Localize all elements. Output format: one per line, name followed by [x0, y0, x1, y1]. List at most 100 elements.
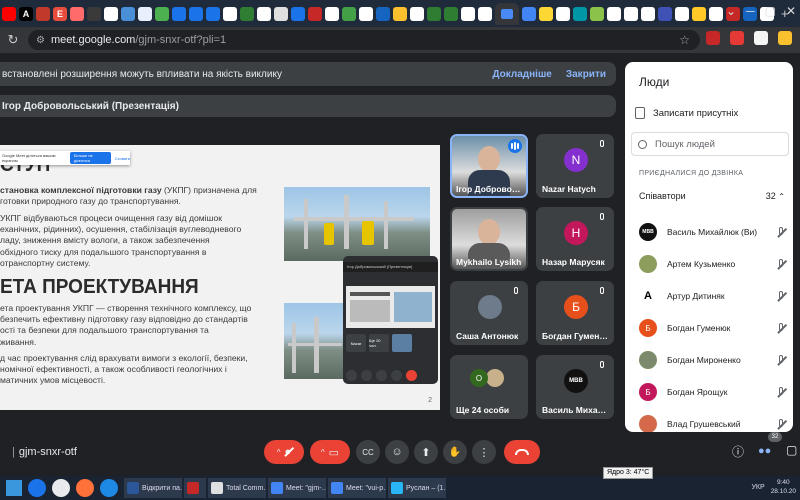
taskbar-window-button[interactable]	[184, 478, 206, 498]
browser-tab-favicon[interactable]	[444, 6, 458, 21]
collapse-chevron-icon[interactable]: ⌃	[778, 192, 785, 201]
minimize-icon[interactable]: ─	[746, 4, 755, 18]
address-bar[interactable]: ⚙ meet.google.com/gjm-snxr-otf?pli=1 ☆	[28, 30, 700, 50]
participant-list-item[interactable]: Артем Кузьменко	[639, 248, 787, 280]
participant-list-item[interactable]: Влад Грушевський	[639, 408, 787, 432]
participant-list-item[interactable]: Б Богдан Гуменюк	[639, 312, 787, 344]
record-attendance-button[interactable]: Записати присутніх	[635, 107, 738, 119]
browser-tab-favicon[interactable]	[410, 6, 424, 21]
taskbar-window-button[interactable]: Total Comm…	[208, 478, 266, 498]
taskbar-window-button[interactable]: Руслан – (1…	[388, 478, 446, 498]
browser-tab-favicon[interactable]	[274, 6, 288, 21]
participant-list-item[interactable]: МВВ Василь Михайлюк (Ви)	[639, 216, 787, 248]
mic-options-caret-icon[interactable]: ^	[277, 448, 281, 457]
browser-tab-favicon[interactable]	[590, 6, 604, 21]
taskbar-pinned-app-icon[interactable]	[100, 479, 118, 497]
browser-tab-favicon[interactable]	[189, 6, 203, 21]
camera-toggle-button[interactable]: ^ ▭	[310, 440, 350, 464]
browser-tab-favicon[interactable]	[172, 6, 186, 21]
keyboard-language[interactable]: УКР	[751, 484, 764, 491]
extension-icon[interactable]	[754, 31, 768, 45]
people-button[interactable]: ●●	[758, 443, 771, 457]
browser-tab-favicon[interactable]	[138, 6, 152, 21]
browser-tab-favicon[interactable]	[675, 6, 689, 21]
participant-tile[interactable]: N Nazar Hatych	[536, 134, 614, 198]
browser-tab-favicon[interactable]	[624, 6, 638, 21]
mini-hangup-button[interactable]	[406, 370, 417, 381]
browser-tab-favicon[interactable]	[427, 6, 441, 21]
mini-mic-button[interactable]	[346, 370, 357, 381]
browser-tab-favicon[interactable]	[257, 6, 271, 21]
participant-tile[interactable]: Б Богдан Гумен…	[536, 281, 614, 345]
browser-tab-favicon[interactable]	[240, 6, 254, 21]
browser-tab-favicon[interactable]	[308, 6, 322, 21]
microphone-toggle-button[interactable]: ^●	[264, 440, 304, 464]
taskbar-pinned-app-icon[interactable]	[28, 479, 46, 497]
browser-tab-active[interactable]	[495, 2, 519, 25]
participant-tile[interactable]: Mykhailo Lysikh	[450, 207, 528, 271]
taskbar-window-button[interactable]: Відкрити па…	[124, 478, 182, 498]
browser-tab-favicon[interactable]	[70, 6, 84, 21]
stop-sharing-button[interactable]: Більше не ділитися	[69, 152, 111, 164]
reactions-button[interactable]: ☺	[385, 440, 409, 464]
browser-tab-favicon[interactable]	[393, 6, 407, 21]
leave-call-button[interactable]	[504, 440, 540, 464]
present-button[interactable]: ⬆	[414, 440, 438, 464]
participant-tile[interactable]: Н Назар Марусяк	[536, 207, 614, 271]
site-info-icon[interactable]: ⚙	[36, 35, 45, 46]
taskbar-pinned-app-icon[interactable]	[76, 479, 94, 497]
raise-hand-button[interactable]: ✋	[443, 440, 467, 464]
browser-tab-favicon[interactable]	[121, 6, 135, 21]
browser-tab-favicon[interactable]	[692, 6, 706, 21]
clock[interactable]: 9:40 28.10.20	[771, 478, 796, 496]
browser-tab-favicon[interactable]	[87, 6, 101, 21]
browser-tab-favicon[interactable]	[556, 6, 570, 21]
browser-tab-favicon[interactable]	[461, 6, 475, 21]
browser-tab-favicon[interactable]: A	[19, 6, 33, 21]
taskbar-pinned-app-icon[interactable]	[52, 479, 70, 497]
extension-icon[interactable]	[730, 31, 744, 45]
browser-tab-favicon[interactable]	[359, 6, 373, 21]
mini-cam-button[interactable]	[361, 370, 372, 381]
browser-tab-favicon[interactable]	[658, 6, 672, 21]
browser-tab-favicon[interactable]	[206, 6, 220, 21]
participant-list-item[interactable]: Б Богдан Ярощук	[639, 376, 787, 408]
extension-icon[interactable]	[778, 31, 792, 45]
browser-tab-favicon[interactable]	[539, 6, 553, 21]
captions-button[interactable]: CC	[356, 440, 380, 464]
start-button[interactable]	[6, 480, 22, 496]
browser-tab-favicon[interactable]	[325, 6, 339, 21]
browser-tab-favicon[interactable]	[342, 6, 356, 21]
participant-list-item[interactable]: Богдан Мироненко	[639, 344, 787, 376]
people-search-input[interactable]: Пошук людей	[631, 132, 789, 156]
participant-tile[interactable]: МВВ Василь Миха…	[536, 355, 614, 419]
participant-tile[interactable]: O Ще 24 особи	[450, 355, 528, 419]
browser-tab-favicon[interactable]: E	[53, 6, 67, 21]
browser-tab-favicon[interactable]	[607, 6, 621, 21]
browser-tab-favicon[interactable]	[36, 6, 50, 21]
mini-more-button[interactable]	[391, 370, 402, 381]
hide-popup-link[interactable]: Сховати	[115, 156, 130, 161]
close-banner-link[interactable]: Закрити	[566, 69, 606, 80]
mini-hand-button[interactable]	[376, 370, 387, 381]
tab-search-icon[interactable]: ⌄	[726, 4, 736, 18]
participant-tile[interactable]: Ігор Доброво…	[450, 134, 528, 198]
extension-icon[interactable]	[706, 31, 720, 45]
participant-list-item[interactable]: A Артур Дитиняк	[639, 280, 787, 312]
close-icon[interactable]: ✕	[786, 4, 796, 18]
taskbar-window-button[interactable]: Meet: "vui-p…	[328, 478, 386, 498]
browser-tab-favicon[interactable]	[522, 6, 536, 21]
maximize-icon[interactable]: ▢	[765, 4, 776, 18]
browser-tab-favicon[interactable]	[104, 6, 118, 21]
chat-button[interactable]: ▢	[786, 443, 797, 457]
participant-tile[interactable]: Саша Антонюк	[450, 281, 528, 345]
more-options-button[interactable]: ⋮	[472, 440, 496, 464]
bookmark-star-icon[interactable]: ☆	[679, 33, 690, 47]
cam-options-caret-icon[interactable]: ^	[321, 448, 325, 457]
browser-tab-favicon[interactable]	[2, 6, 16, 21]
browser-tab-favicon[interactable]	[291, 6, 305, 21]
browser-tab-favicon[interactable]	[478, 6, 492, 21]
browser-tab-favicon[interactable]	[709, 6, 723, 21]
reload-icon[interactable]: ↻	[4, 32, 22, 48]
browser-tab-favicon[interactable]	[155, 6, 169, 21]
